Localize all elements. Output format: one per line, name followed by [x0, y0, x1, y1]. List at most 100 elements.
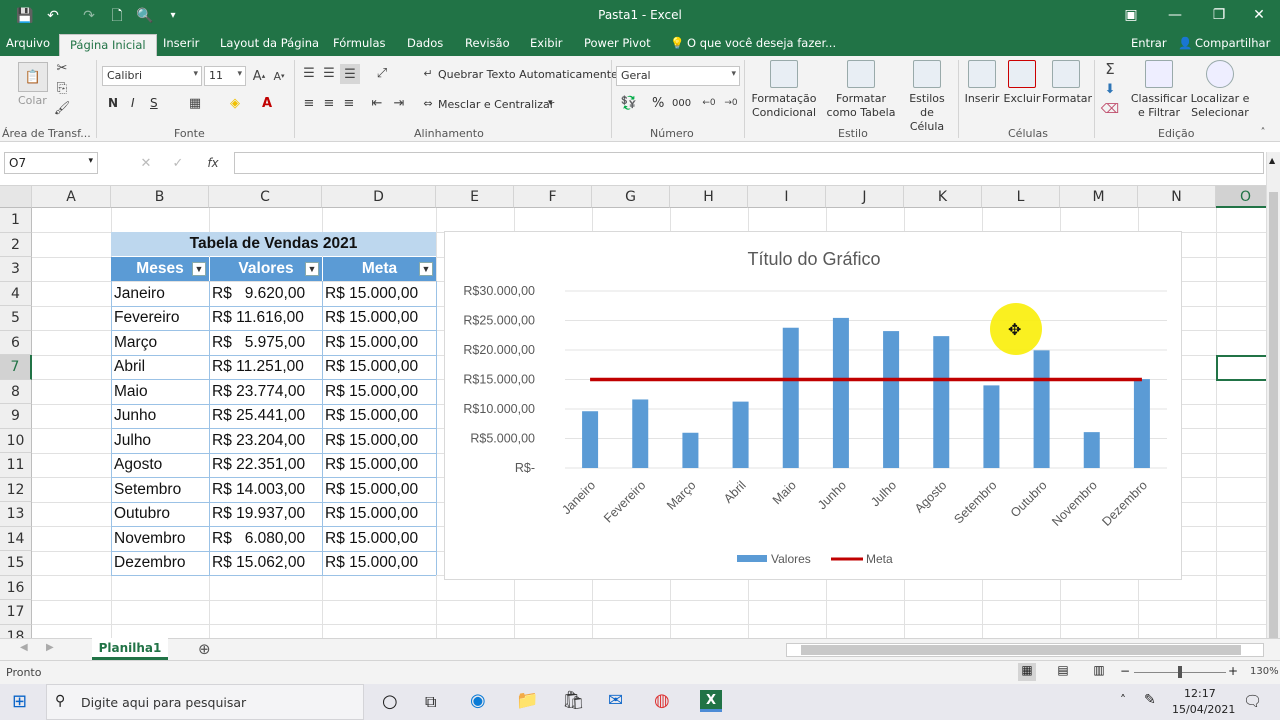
month-cell[interactable]: Junho	[114, 404, 208, 428]
col-header-b[interactable]: B	[111, 186, 209, 208]
copy-icon[interactable]: ⎘	[54, 80, 70, 96]
print-preview-icon[interactable]: 🔍	[134, 6, 156, 26]
col-header-j[interactable]: J	[826, 186, 904, 208]
notifications-icon[interactable]: 🗨	[1243, 692, 1262, 710]
meta-cell[interactable]: R$ 15.000,00	[325, 404, 435, 428]
font-color-icon[interactable]: A	[258, 94, 276, 112]
month-cell[interactable]: Abril	[114, 355, 208, 379]
zoom-slider-thumb[interactable]	[1178, 666, 1182, 678]
month-cell[interactable]: Março	[114, 331, 208, 355]
restore-button[interactable]: ❐	[1204, 4, 1234, 26]
chrome-icon[interactable]: ◍	[654, 690, 670, 711]
month-cell[interactable]: Julho	[114, 429, 208, 453]
enter-entry-icon[interactable]: ✓	[170, 155, 186, 171]
bar-março[interactable]	[682, 432, 699, 468]
taskbar-search[interactable]: ⚲ Digite aqui para pesquisar	[46, 684, 364, 720]
col-header-k[interactable]: K	[904, 186, 982, 208]
tab-layout-da-pagina[interactable]: Layout da Página	[220, 36, 319, 50]
value-cell[interactable]: R$ 5.975,00	[212, 331, 321, 355]
close-button[interactable]: ✕	[1244, 4, 1274, 26]
meta-cell[interactable]: R$ 15.000,00	[325, 478, 435, 502]
wrap-text-button[interactable]: Quebrar Texto Automaticamente	[438, 68, 618, 81]
next-sheet-icon[interactable]: ▶	[46, 642, 54, 653]
value-cell[interactable]: R$ 6.080,00	[212, 527, 321, 551]
row-header[interactable]: 13	[0, 502, 32, 527]
row-header[interactable]: 11	[0, 453, 32, 478]
meta-cell[interactable]: R$ 15.000,00	[325, 306, 435, 330]
redo-icon[interactable]: ↷	[78, 6, 100, 26]
zoom-in-button[interactable]: +	[1228, 664, 1238, 678]
shrink-font-icon[interactable]: A ▾	[270, 66, 288, 86]
month-cell[interactable]: Outubro	[114, 502, 208, 526]
tab-revisao[interactable]: Revisão	[465, 36, 510, 50]
increase-decimal-icon[interactable]: ←0	[700, 94, 718, 112]
clock-date[interactable]: 15/04/2021	[1172, 703, 1235, 716]
month-cell[interactable]: Setembro	[114, 478, 208, 502]
row-header[interactable]: 16	[0, 575, 32, 600]
merge-dropdown-icon[interactable]: ▾	[548, 98, 553, 108]
sign-in-link[interactable]: Entrar	[1131, 36, 1167, 50]
value-cell[interactable]: R$ 25.441,00	[212, 404, 321, 428]
prev-sheet-icon[interactable]: ◀	[20, 642, 28, 653]
bold-button[interactable]: N	[108, 96, 118, 110]
windows-start-icon[interactable]: ⊞	[12, 691, 27, 712]
table-header-valores[interactable]: Valores ▼	[209, 257, 322, 281]
meta-cell[interactable]: R$ 15.000,00	[325, 551, 435, 575]
col-header-c[interactable]: C	[209, 186, 322, 208]
row-header[interactable]: 2	[0, 232, 32, 257]
sheet-tab-planilha1[interactable]: Planilha1	[92, 638, 168, 660]
align-center-icon[interactable]: ≡	[320, 94, 338, 112]
fill-icon[interactable]: ⬇	[1100, 80, 1120, 98]
pen-icon[interactable]: ✎	[1144, 692, 1156, 708]
underline-button[interactable]: S	[150, 96, 158, 110]
file-explorer-icon[interactable]: 📁	[516, 690, 538, 711]
vertical-scrollbar[interactable]: ▲	[1266, 152, 1280, 652]
normal-view-icon[interactable]: ▦	[1018, 663, 1036, 681]
row-header[interactable]: 17	[0, 600, 32, 625]
chart[interactable]: Título do Gráfico R$- R$5.000,00 R$10.000,…	[444, 231, 1182, 580]
col-header-m[interactable]: M	[1060, 186, 1138, 208]
clear-icon[interactable]: ⌫	[1100, 100, 1120, 118]
bar-dezembro[interactable]	[1133, 379, 1150, 468]
format-painter-icon[interactable]: 🖌	[54, 100, 71, 116]
align-middle-icon[interactable]: ☰	[320, 64, 338, 82]
sort-filter-button[interactable]: Classificar e Filtrar	[1130, 60, 1188, 120]
row-header[interactable]: 10	[0, 428, 32, 453]
bar-julho[interactable]	[883, 331, 900, 468]
row-header[interactable]: 3	[0, 257, 32, 282]
percent-style-button[interactable]: %	[652, 96, 664, 111]
cell-styles-button[interactable]: Estilos de Célula	[902, 60, 952, 134]
new-file-icon[interactable]: 🗋	[106, 6, 128, 26]
bar-maio[interactable]	[782, 327, 799, 468]
tab-formulas[interactable]: Fórmulas	[333, 36, 386, 50]
col-header-i[interactable]: I	[748, 186, 826, 208]
page-break-view-icon[interactable]: ▥	[1090, 663, 1108, 681]
ribbon-display-icon[interactable]: ▣	[1116, 4, 1146, 26]
row-header[interactable]: 9	[0, 404, 32, 429]
edge-icon[interactable]: ◉	[470, 690, 486, 711]
tab-pagina-inicial[interactable]: Página Inicial	[59, 34, 157, 56]
bar-novembro[interactable]	[1083, 432, 1100, 468]
decrease-decimal-icon[interactable]: →0	[722, 94, 740, 112]
page-layout-view-icon[interactable]: ▤	[1054, 663, 1072, 681]
h-scroll-thumb[interactable]	[801, 645, 1241, 655]
delete-cells-button[interactable]: Excluir	[1002, 60, 1042, 106]
cortana-icon[interactable]: ○	[382, 691, 398, 712]
find-select-button[interactable]: Localizar e Selecionar	[1190, 60, 1250, 120]
col-header-o[interactable]: O	[1216, 186, 1266, 208]
grow-font-icon[interactable]: A ▴	[250, 66, 268, 86]
filter-dropdown-icon[interactable]: ▼	[192, 262, 206, 276]
table-header-meses[interactable]: Meses ▼	[111, 257, 209, 281]
align-left-icon[interactable]: ≡	[300, 94, 318, 112]
tab-exibir[interactable]: Exibir	[530, 36, 563, 50]
mail-icon[interactable]: ✉	[608, 690, 623, 711]
col-header-a[interactable]: A	[32, 186, 111, 208]
row-header[interactable]: 5	[0, 306, 32, 331]
filter-dropdown-icon[interactable]: ▼	[305, 262, 319, 276]
font-size-select[interactable]: 11 ▾	[204, 66, 246, 86]
horizontal-scrollbar[interactable]	[786, 643, 1264, 657]
row-header[interactable]: 6	[0, 330, 32, 355]
align-bottom-icon[interactable]: ☰	[340, 64, 360, 84]
meta-cell[interactable]: R$ 15.000,00	[325, 331, 435, 355]
add-sheet-button[interactable]: ⊕	[198, 640, 211, 658]
